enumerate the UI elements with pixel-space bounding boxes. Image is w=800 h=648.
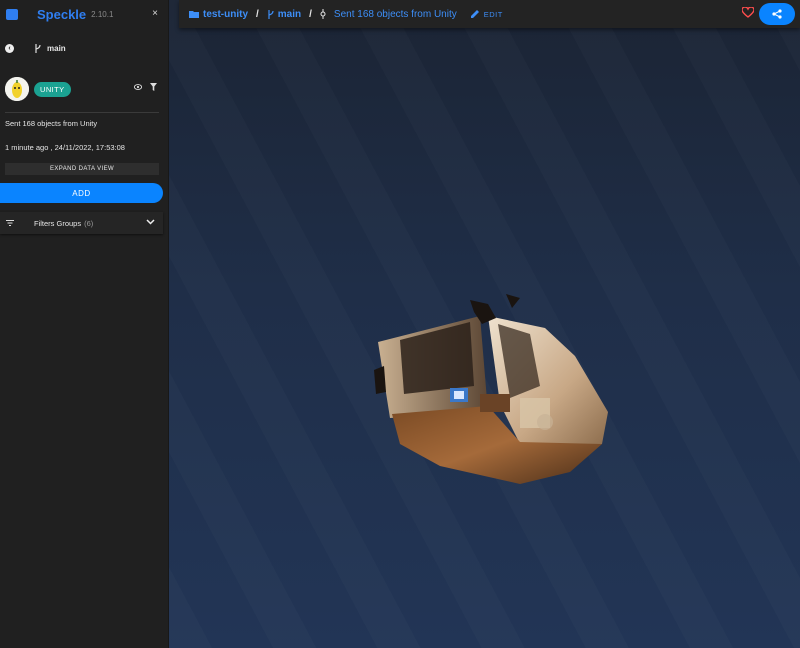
branch-icon <box>268 9 274 19</box>
3d-viewport[interactable] <box>169 0 800 648</box>
heart-icon[interactable] <box>742 7 754 18</box>
edit-label: EDIT <box>483 9 503 19</box>
commit-icon <box>320 9 326 19</box>
share-icon <box>772 9 782 19</box>
filter-list-icon <box>6 220 14 226</box>
breadcrumb-separator: / <box>256 8 259 20</box>
branch-name[interactable]: main <box>47 44 66 53</box>
eye-icon[interactable] <box>134 84 142 90</box>
app-name: Speckle <box>37 6 87 22</box>
sidebar: Speckle 2.10.1 × ‹ main UNITY Sent 168 o… <box>0 0 169 648</box>
back-icon[interactable]: ‹ <box>5 43 14 53</box>
avatar-image <box>5 77 29 101</box>
top-bar: test-unity / main / Sent 168 objects fro… <box>179 0 800 28</box>
filters-groups-label: Filters Groups <box>34 218 82 228</box>
filters-groups-count: (6) <box>84 218 94 228</box>
add-button[interactable]: ADD <box>0 183 163 203</box>
filters-groups-toggle[interactable]: Filters Groups (6) <box>0 212 163 234</box>
breadcrumb-commit[interactable]: Sent 168 objects from Unity <box>334 9 457 20</box>
branch-icon <box>35 43 41 53</box>
avatar[interactable] <box>5 77 29 101</box>
share-button[interactable] <box>759 3 795 25</box>
app-version: 2.10.1 <box>91 9 114 19</box>
commit-message: Sent 168 objects from Unity <box>5 119 98 128</box>
source-app-badge: UNITY <box>34 81 71 97</box>
point-cloud-model[interactable] <box>370 294 615 486</box>
breadcrumb: test-unity / main / Sent 168 objects fro… <box>189 9 503 20</box>
filter-icon[interactable] <box>150 83 157 91</box>
edit-button[interactable]: EDIT <box>470 9 503 19</box>
logo-icon <box>6 8 18 20</box>
expand-data-view-button[interactable]: EXPAND DATA VIEW <box>5 163 159 175</box>
close-icon[interactable]: × <box>152 8 158 19</box>
commit-author-row: UNITY <box>0 68 168 110</box>
app-header: Speckle 2.10.1 × <box>0 0 168 28</box>
breadcrumb-stream[interactable]: test-unity <box>203 9 248 20</box>
pencil-icon <box>470 10 479 18</box>
breadcrumb-separator: / <box>309 8 312 20</box>
breadcrumb-branch[interactable]: main <box>278 9 301 20</box>
folder-icon <box>189 11 199 18</box>
chevron-down-icon <box>146 219 155 225</box>
commit-timestamp: 1 minute ago , 24/11/2022, 17:53:08 <box>5 143 125 152</box>
branch-row: ‹ main <box>0 28 168 68</box>
